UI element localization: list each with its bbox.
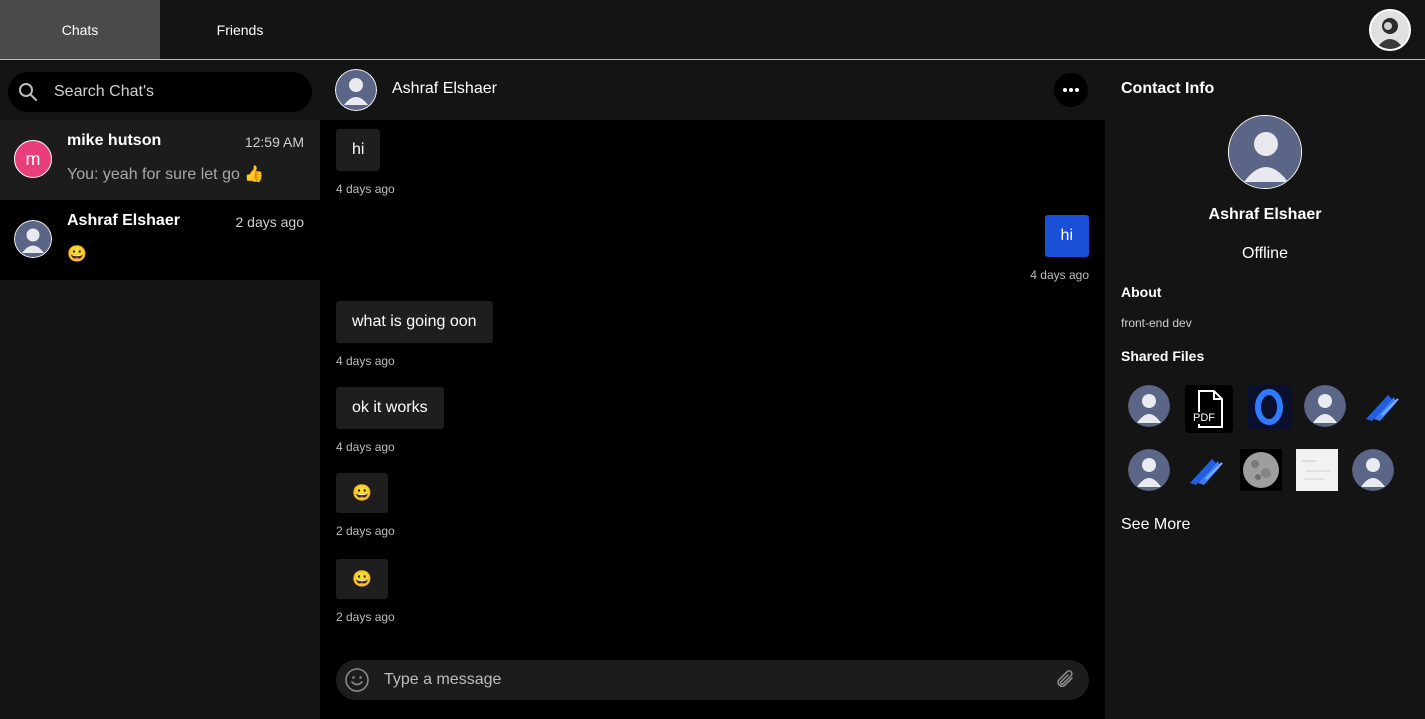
shared-file-avatar-icon[interactable] bbox=[1304, 385, 1346, 427]
message-bubble[interactable]: ok it works bbox=[336, 387, 444, 429]
pdf-file-icon bbox=[1198, 390, 1223, 428]
message-time: 4 days ago bbox=[336, 182, 395, 196]
see-more-link[interactable]: See More bbox=[1121, 516, 1190, 534]
message-time: 4 days ago bbox=[336, 440, 395, 454]
more-options-button[interactable] bbox=[1054, 73, 1088, 107]
conversation-contact-name: Ashraf Elshaer bbox=[392, 80, 497, 97]
chat-time: 12:59 AM bbox=[244, 134, 304, 150]
shared-file-logo-image-icon[interactable] bbox=[1360, 385, 1402, 427]
contact-info-panel: Contact Info Ashraf Elshaer Offline Abou… bbox=[1105, 60, 1425, 719]
user-silhouette-icon[interactable] bbox=[335, 69, 377, 111]
avatar: m bbox=[14, 140, 52, 178]
contact-info-title: Contact Info bbox=[1121, 80, 1215, 97]
emoji-icon[interactable] bbox=[344, 667, 370, 693]
search-input[interactable] bbox=[54, 72, 304, 112]
chat-preview: You: yeah for sure let go 👍 bbox=[67, 166, 265, 183]
message-bubble[interactable]: what is going oon bbox=[336, 301, 493, 343]
message-time: 2 days ago bbox=[336, 524, 395, 538]
profile-avatar[interactable] bbox=[1369, 9, 1411, 51]
top-bar: Chats Friends bbox=[0, 0, 1425, 60]
user-silhouette-icon bbox=[14, 220, 52, 258]
message-bubble[interactable]: hi bbox=[1044, 215, 1089, 257]
message-composer bbox=[336, 660, 1089, 700]
chat-preview: 😀 bbox=[67, 246, 87, 263]
contact-name: Ashraf Elshaer bbox=[1208, 206, 1322, 223]
chat-sidebar: m mike hutson 12:59 AM You: yeah for sur… bbox=[0, 60, 320, 719]
shared-files-heading: Shared Files bbox=[1121, 348, 1205, 364]
shared-file-avatar-icon[interactable] bbox=[1128, 449, 1170, 491]
contact-status: Offline bbox=[1242, 245, 1288, 262]
shared-file-avatar-icon[interactable] bbox=[1352, 449, 1394, 491]
shared-file-pdf[interactable]: PDF bbox=[1185, 385, 1233, 433]
message: ok it works 4 days ago bbox=[336, 387, 444, 454]
message: 😀 2 days ago bbox=[336, 559, 395, 624]
shared-file-avatar-icon[interactable] bbox=[1128, 385, 1170, 427]
chat-name: Ashraf Elshaer bbox=[67, 212, 180, 229]
message-bubble[interactable]: 😀 bbox=[336, 559, 388, 599]
shared-file-document-image-icon[interactable] bbox=[1296, 449, 1338, 491]
chat-time: 2 days ago bbox=[235, 214, 305, 230]
message-time: 4 days ago bbox=[1030, 268, 1089, 282]
about-heading: About bbox=[1121, 284, 1162, 300]
message: 😀 2 days ago bbox=[336, 473, 395, 538]
paperclip-icon[interactable] bbox=[1053, 667, 1079, 693]
shared-file-moon-image-icon[interactable] bbox=[1240, 449, 1282, 491]
shared-file-ring-image-icon[interactable] bbox=[1247, 385, 1291, 429]
message: hi 4 days ago bbox=[336, 129, 395, 196]
message: what is going oon 4 days ago bbox=[336, 301, 493, 368]
about-text: front-end dev bbox=[1121, 316, 1192, 330]
conversation-panel: Ashraf Elshaer hi 4 days ago hi 4 days a… bbox=[320, 60, 1105, 719]
contact-avatar bbox=[1228, 115, 1302, 189]
chat-list-item[interactable]: Ashraf Elshaer 2 days ago 😀 bbox=[0, 200, 320, 280]
search-bar bbox=[8, 72, 312, 112]
message-input[interactable] bbox=[384, 660, 1044, 700]
chat-list-item[interactable]: m mike hutson 12:59 AM You: yeah for sur… bbox=[0, 120, 320, 200]
message-bubble[interactable]: 😀 bbox=[336, 473, 388, 513]
tab-chats[interactable]: Chats bbox=[0, 0, 160, 59]
search-icon bbox=[19, 83, 37, 101]
chat-name: mike hutson bbox=[67, 132, 162, 149]
pdf-label: PDF bbox=[1191, 412, 1217, 424]
tab-friends[interactable]: Friends bbox=[160, 0, 320, 59]
conversation-header: Ashraf Elshaer bbox=[320, 60, 1105, 120]
more-horizontal-icon bbox=[1063, 88, 1079, 92]
message-time: 2 days ago bbox=[336, 610, 395, 624]
message-bubble[interactable]: hi bbox=[336, 129, 381, 171]
message: hi 4 days ago bbox=[1030, 215, 1089, 282]
user-silhouette-icon bbox=[1229, 116, 1301, 188]
user-photo-icon bbox=[1371, 11, 1409, 49]
message-time: 4 days ago bbox=[336, 354, 395, 368]
shared-file-logo-image-icon[interactable] bbox=[1184, 449, 1226, 491]
